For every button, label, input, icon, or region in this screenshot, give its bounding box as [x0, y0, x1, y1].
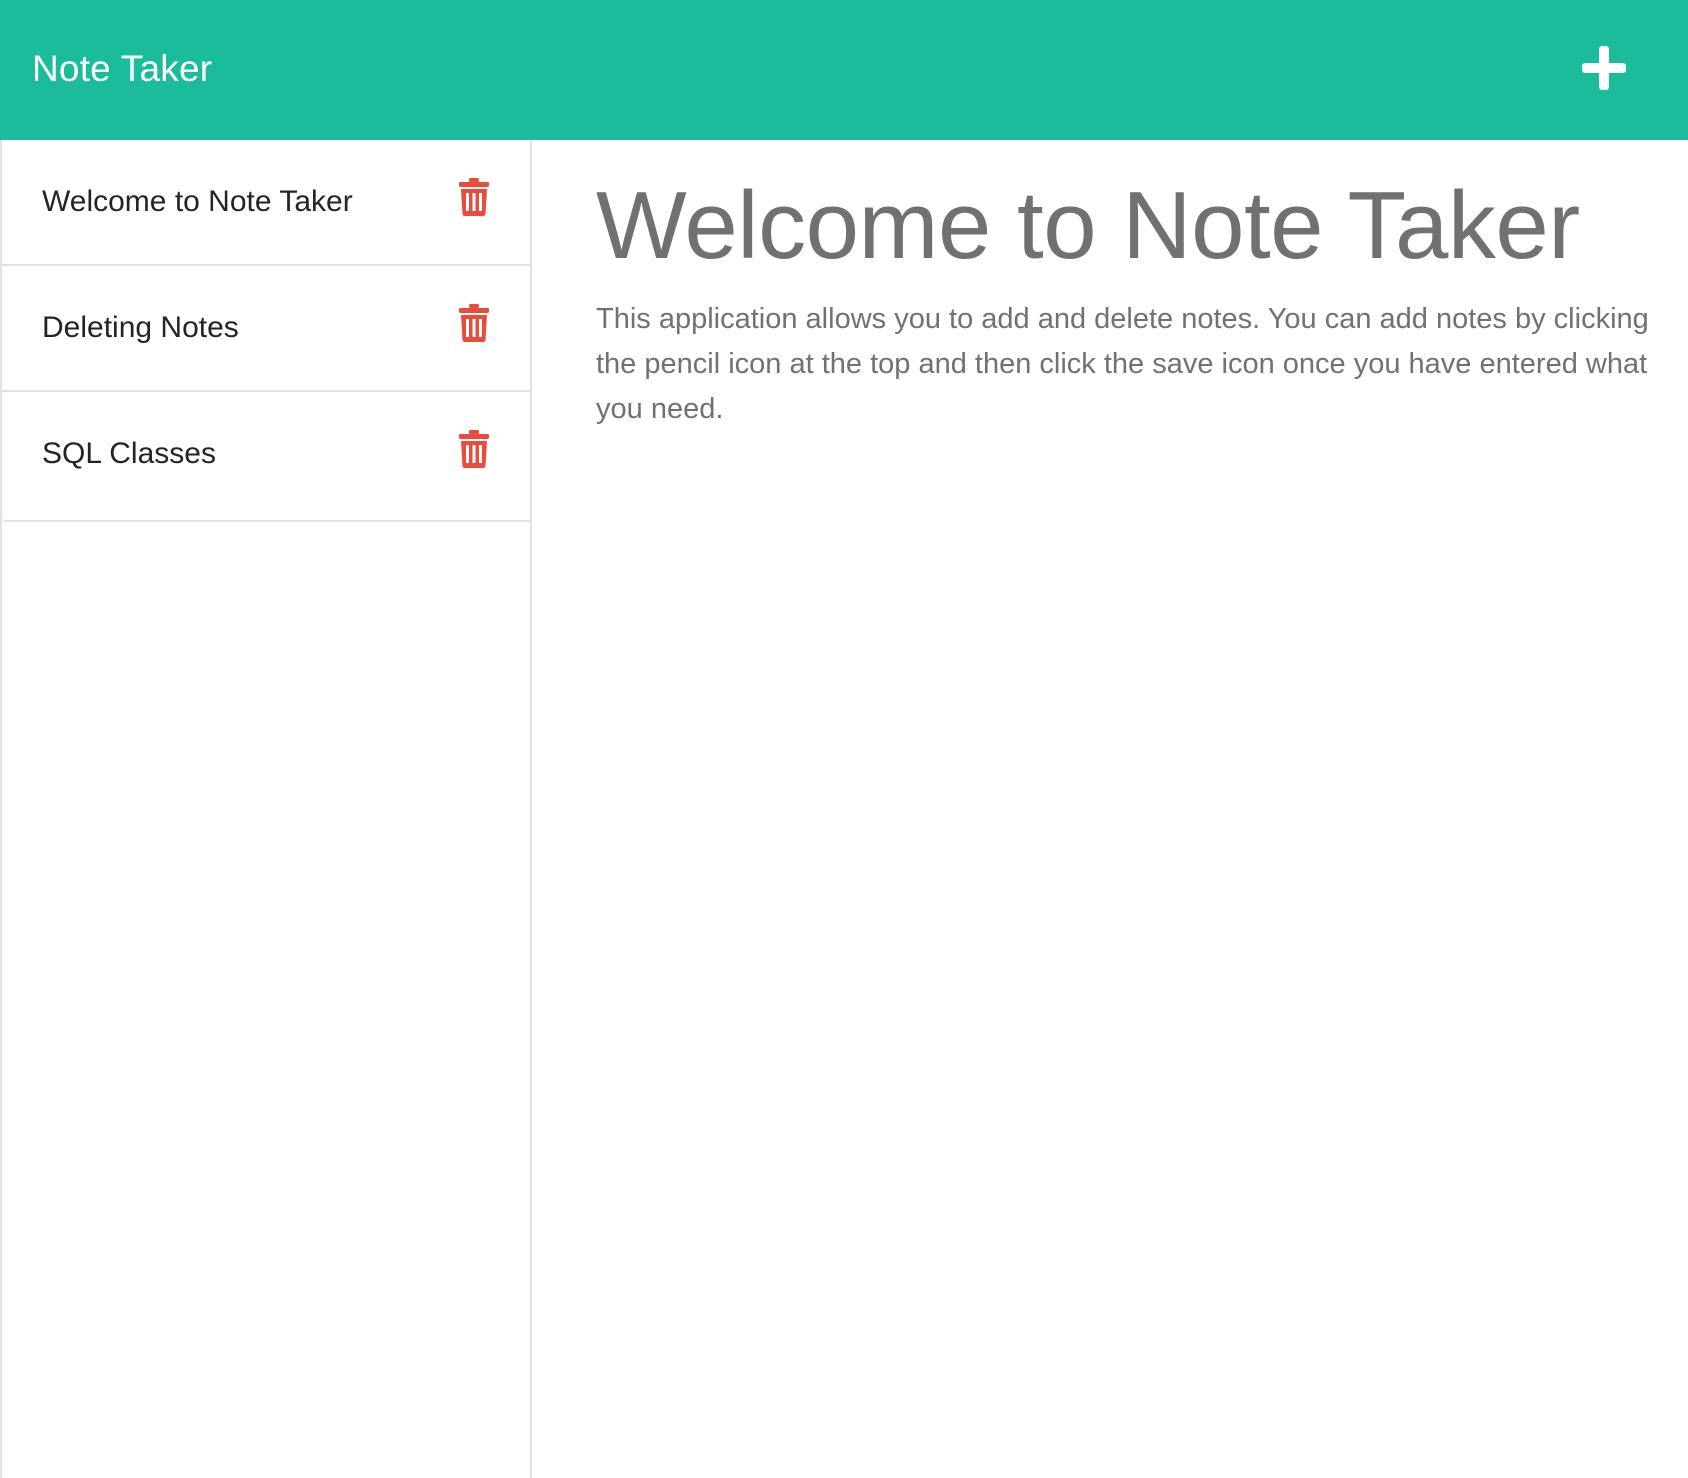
app-title: Note Taker	[32, 48, 213, 89]
note-title: Welcome to Note Taker	[596, 172, 1580, 279]
note-list-item[interactable]: Welcome to Note Taker	[2, 140, 532, 266]
trash-icon	[458, 304, 494, 342]
note-list-item[interactable]: Deleting Notes	[2, 266, 532, 392]
trash-icon	[458, 430, 494, 468]
note-list-item[interactable]: SQL Classes	[2, 392, 532, 520]
delete-note-button[interactable]	[458, 430, 494, 470]
new-note-button[interactable]	[1578, 42, 1630, 94]
sidebar: Welcome to Note Taker Deleting Notes SQL…	[0, 140, 532, 1478]
note-text: This application allows you to add and d…	[596, 303, 1649, 425]
delete-note-button[interactable]	[458, 178, 494, 218]
note-list-item-title: Deleting Notes	[42, 311, 239, 344]
trash-icon	[458, 178, 494, 216]
note-list-item-title: Welcome to Note Taker	[42, 185, 353, 218]
note-list: Welcome to Note Taker Deleting Notes SQL…	[2, 140, 532, 522]
top-navbar: Note Taker	[0, 0, 1688, 140]
delete-note-button[interactable]	[458, 304, 494, 344]
plus-icon	[1582, 46, 1626, 90]
note-list-item-title: SQL Classes	[42, 437, 216, 470]
note-viewer: Welcome to Note Taker This application a…	[532, 140, 1688, 1478]
